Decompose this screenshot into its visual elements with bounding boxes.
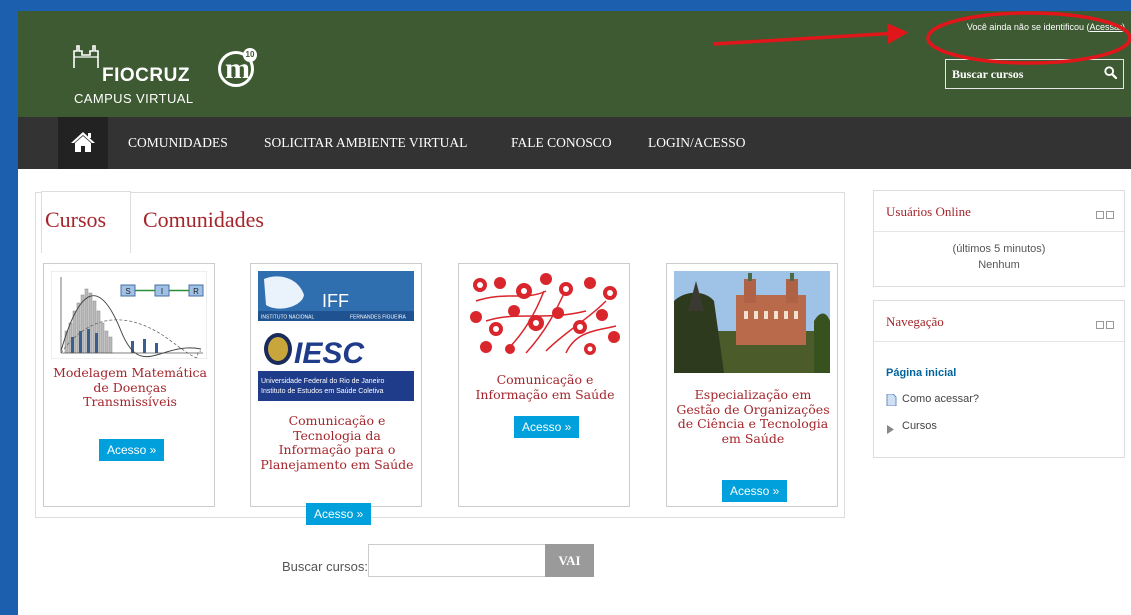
collapse-icon[interactable] [1096,321,1104,329]
course-search-input[interactable] [946,60,1096,88]
nav-comunidades[interactable]: COMUNIDADES [128,117,228,169]
block-title: Usuários Online [886,204,971,219]
expand-arrow-icon[interactable] [887,421,894,439]
nav-home-link[interactable]: Página inicial [886,367,956,379]
navigation-block: Navegação Página inicial Como acessar? C… [873,300,1125,458]
svg-text:IESC: IESC [294,337,365,370]
svg-text:FERNANDES FIGUEIRA: FERNANDES FIGUEIRA [350,315,407,321]
dock-icon[interactable] [1106,321,1114,329]
castle-photo-image [674,271,830,373]
block-header: Navegação [874,301,1124,342]
main-navbar: COMUNIDADES SOLICITAR AMBIENTE VIRTUAL F… [18,117,1131,169]
logo-subtitle: CAMPUS VIRTUAL [74,91,194,106]
tab-comunidades[interactable]: Comunidades [143,207,264,233]
online-status: Nenhum [978,259,1020,271]
home-icon [71,132,95,152]
page-icon [886,393,897,411]
course-title[interactable]: Modelagem Matemática de Doenças Transmis… [48,365,212,410]
nav-how-to-link[interactable]: Como acessar? [902,393,979,405]
svg-text:INSTITUTO NACIONAL: INSTITUTO NACIONAL [261,315,314,321]
login-status: Você ainda não se identificou (Acessar) [966,22,1125,32]
communication-icons-image [466,271,622,359]
acesso-button[interactable]: Acesso » [722,480,788,502]
nav-solicitar-ambiente[interactable]: SOLICITAR AMBIENTE VIRTUAL [264,117,467,169]
search-submit-button[interactable]: VAI [545,544,594,577]
online-users-block: Usuários Online (últimos 5 minutos) Nenh… [873,190,1125,287]
browser-page: FIOCRUZ CAMPUS VIRTUAL m 10 Você ainda n… [18,11,1131,615]
block-controls[interactable] [1094,206,1114,224]
dock-icon[interactable] [1106,211,1114,219]
search-icon[interactable] [1104,66,1117,79]
course-title[interactable]: Especialização em Gestão de Organizações… [671,387,835,446]
login-link[interactable]: Acessar [1089,22,1122,32]
moodle-badge-icon: m 10 [218,48,257,87]
tab-cursos[interactable]: Cursos [45,207,106,233]
castle-logo-icon [73,45,99,68]
nav-courses-link[interactable]: Cursos [902,420,937,432]
course-card[interactable]: Especialização em Gestão de Organizações… [666,263,838,507]
course-card[interactable]: Comunicação e Informação em Saúde Acesso… [458,263,630,507]
block-controls[interactable] [1094,316,1114,334]
svg-text:R: R [193,287,199,296]
bottom-search-label: Buscar cursos: [282,559,368,574]
bottom-search-input[interactable] [368,544,546,577]
epidemic-chart-image: S I R [51,271,207,359]
acesso-button[interactable]: Acesso » [306,503,372,525]
logo-name: FIOCRUZ [102,65,190,86]
iff-iesc-logo-image: IFF INSTITUTO NACIONAL FERNANDES FIGUEIR… [258,271,414,401]
acesso-button[interactable]: Acesso » [99,439,165,461]
svg-text:IFF: IFF [322,291,349,311]
course-card[interactable]: IFF INSTITUTO NACIONAL FERNANDES FIGUEIR… [250,263,422,507]
course-title[interactable]: Comunicação e Informação em Saúde [463,372,627,402]
collapse-icon[interactable] [1096,211,1104,219]
block-header: Usuários Online [874,191,1124,232]
svg-text:I: I [161,287,163,296]
home-button[interactable] [58,117,108,169]
block-title: Navegação [886,314,944,329]
svg-text:S: S [125,287,130,296]
nav-fale-conosco[interactable]: FALE CONOSCO [511,117,612,169]
nav-login-acesso[interactable]: LOGIN/ACESSO [648,117,746,169]
online-period: (últimos 5 minutos) [952,243,1046,255]
site-header: FIOCRUZ CAMPUS VIRTUAL m 10 Você ainda n… [18,11,1131,117]
course-title[interactable]: Comunicação e Tecnologia da Informação p… [255,413,419,472]
svg-text:Universidade Federal do Rio de: Universidade Federal do Rio de Janeiro [261,378,384,385]
svg-text:Instituto de Estudos em Saúde: Instituto de Estudos em Saúde Coletiva [261,388,384,395]
course-search-box [945,59,1124,89]
course-card[interactable]: S I R Modelagem Matemática de Doenças Tr… [43,263,215,507]
acesso-button[interactable]: Acesso » [514,416,580,438]
